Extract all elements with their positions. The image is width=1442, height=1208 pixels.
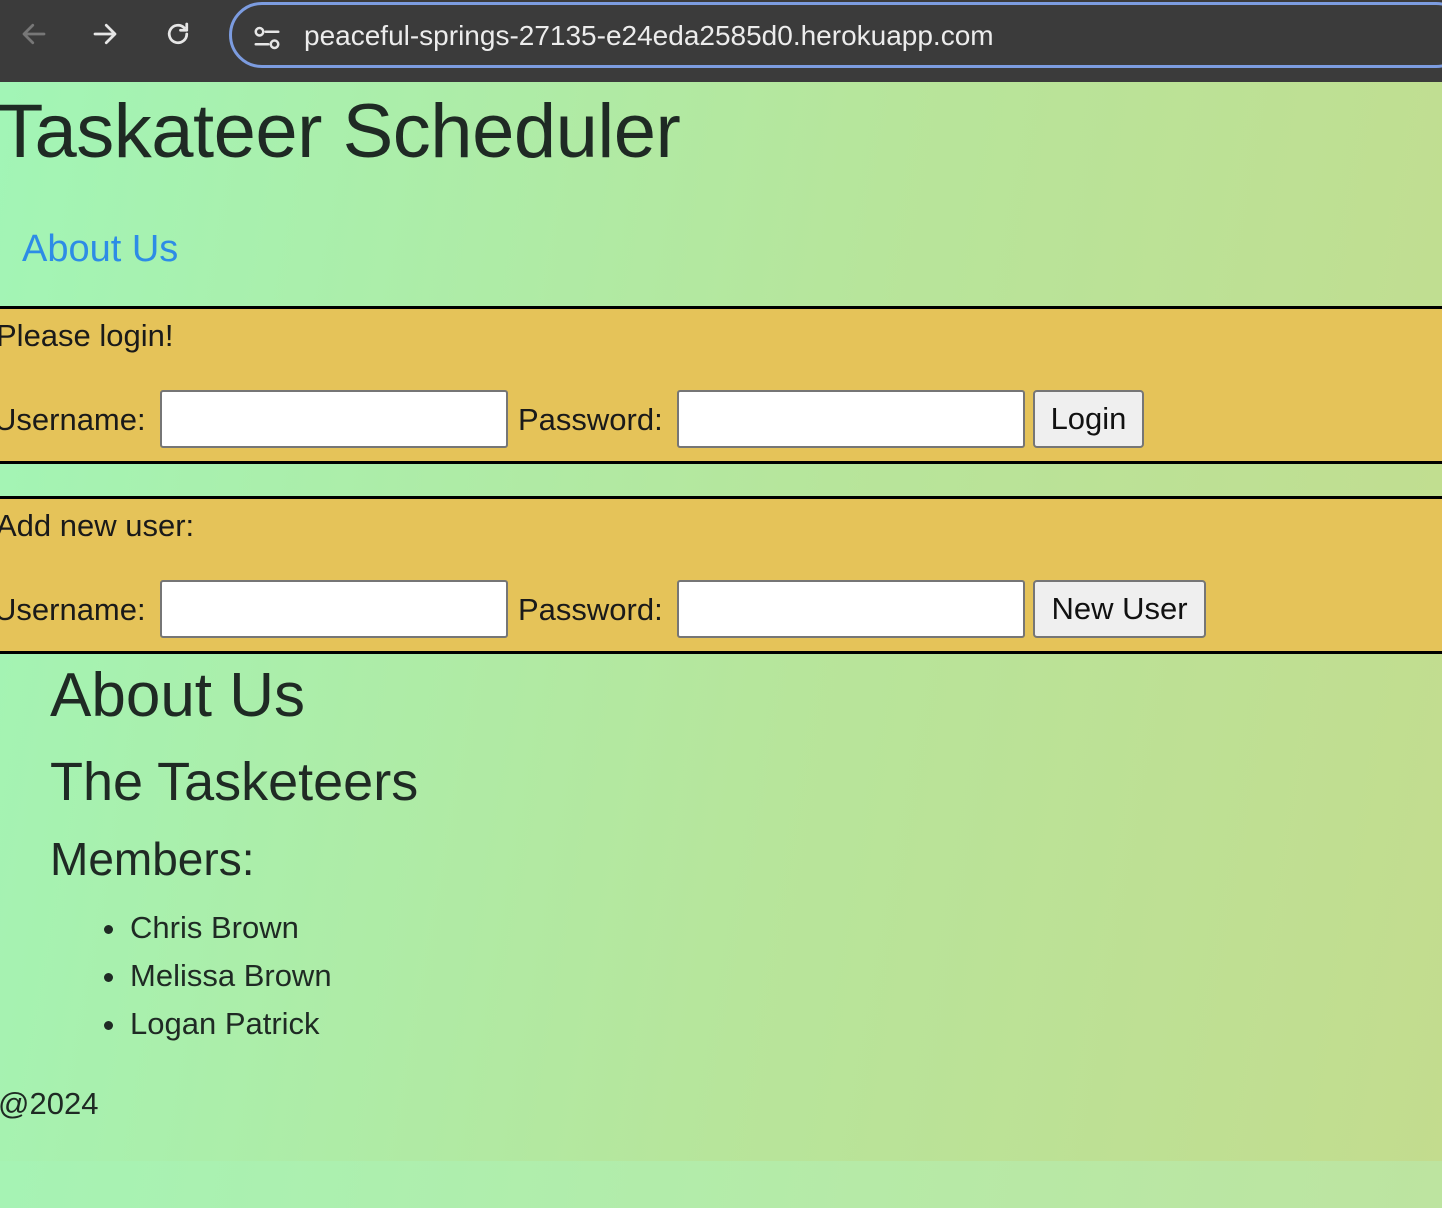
login-button[interactable]: Login <box>1033 390 1144 448</box>
login-panel: Please login! Username: Password: Login <box>0 306 1442 464</box>
register-panel: Add new user: Username: Password: New Us… <box>0 496 1442 654</box>
footer-text: @2024 <box>0 1086 99 1121</box>
list-item: Chris Brown <box>104 906 332 954</box>
tune-icon[interactable] <box>252 23 282 53</box>
register-username-input[interactable] <box>160 580 508 638</box>
list-item: Melissa Brown <box>104 954 332 1002</box>
team-name: The Tasketeers <box>50 752 419 812</box>
arrow-left-icon <box>22 23 46 45</box>
register-username-label: Username: <box>0 592 146 627</box>
reload-icon <box>167 22 189 45</box>
url-text[interactable]: peaceful-springs-27135-e24eda2585d0.hero… <box>304 20 994 52</box>
back-button[interactable] <box>14 14 54 54</box>
reload-button[interactable] <box>158 14 198 54</box>
login-username-input[interactable] <box>160 390 508 448</box>
browser-toolbar: peaceful-springs-27135-e24eda2585d0.hero… <box>0 0 1442 82</box>
login-heading: Please login! <box>0 318 174 353</box>
arrow-right-icon <box>93 23 117 45</box>
login-password-input[interactable] <box>677 390 1025 448</box>
members-heading: Members: <box>50 833 255 885</box>
about-us-link[interactable]: About Us <box>22 228 178 271</box>
site-title: Taskateer Scheduler <box>0 89 681 174</box>
login-username-label: Username: <box>0 402 146 437</box>
register-password-label: Password: <box>518 592 663 627</box>
register-password-input[interactable] <box>677 580 1025 638</box>
login-password-label: Password: <box>518 402 663 437</box>
register-heading: Add new user: <box>0 508 195 543</box>
page-body: Taskateer Scheduler About Us Please logi… <box>0 82 1442 1208</box>
address-bar[interactable]: peaceful-springs-27135-e24eda2585d0.hero… <box>229 2 1442 68</box>
page-bottom-band <box>0 1161 1442 1208</box>
forward-button[interactable] <box>85 14 125 54</box>
members-list: Chris Brown Melissa Brown Logan Patrick <box>104 906 332 1050</box>
list-item: Logan Patrick <box>104 1002 332 1050</box>
new-user-button[interactable]: New User <box>1033 580 1206 638</box>
about-title: About Us <box>50 661 306 730</box>
